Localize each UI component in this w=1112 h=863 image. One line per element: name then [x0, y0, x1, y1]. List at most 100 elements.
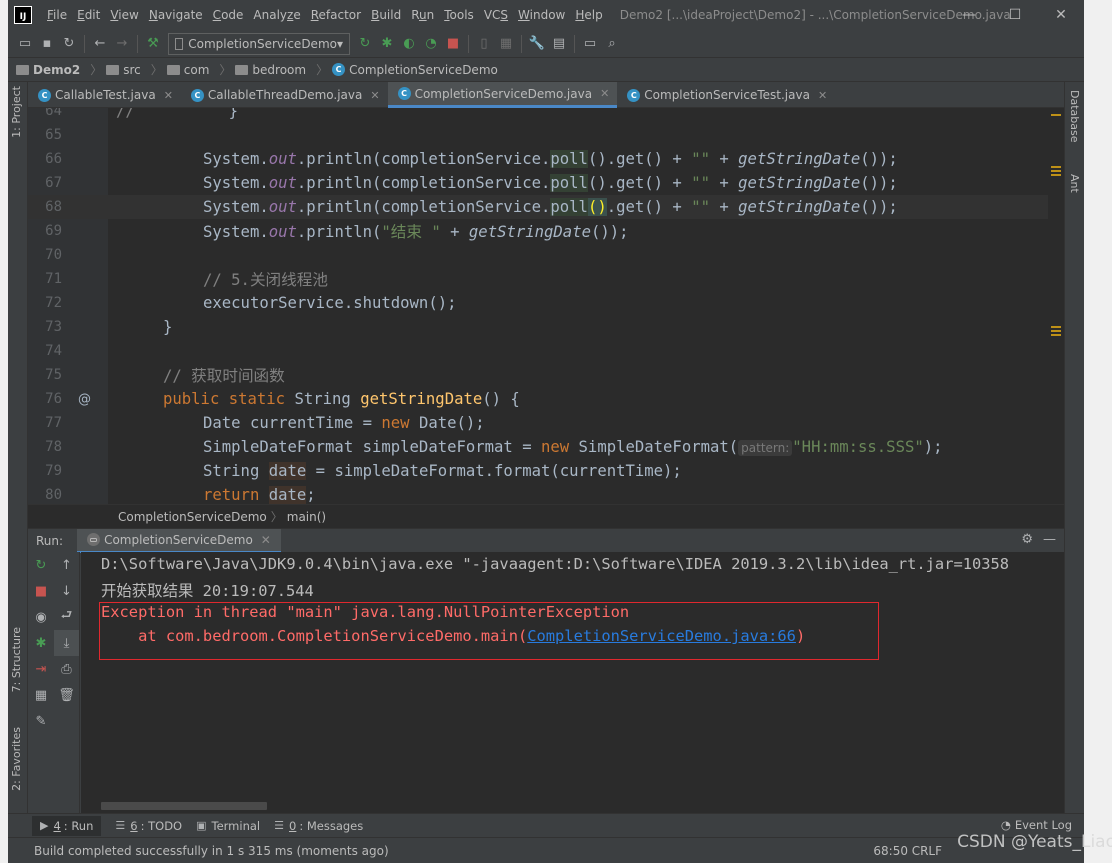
stop-icon[interactable]: ■	[28, 578, 54, 604]
menu-code[interactable]: Code	[208, 8, 249, 22]
menu-build[interactable]: Build	[366, 8, 406, 22]
project-structure-icon[interactable]: ▤	[548, 33, 570, 55]
vcs-icon[interactable]: ▯	[473, 33, 495, 55]
minimize-button[interactable]: —	[946, 0, 992, 30]
warning-marker[interactable]	[1051, 166, 1061, 168]
menu-view[interactable]: View	[105, 8, 143, 22]
warning-marker[interactable]	[1051, 174, 1061, 176]
todo-tool-button[interactable]: ☰ 6: TODO	[115, 819, 182, 833]
editor-error-stripe[interactable]	[1048, 108, 1064, 504]
warning-marker[interactable]	[1051, 326, 1061, 328]
breadcrumb-src[interactable]: src	[106, 63, 141, 77]
trash-icon[interactable]: 🗑	[54, 682, 79, 708]
horizontal-scrollbar[interactable]	[101, 802, 267, 810]
menu-vcs[interactable]: VCS	[479, 8, 513, 22]
close-window-button[interactable]: ✕	[1038, 0, 1084, 30]
code-editor[interactable]: 64 // } 65 66 System.out.println(complet…	[28, 108, 1064, 504]
run-configuration-select[interactable]: CompletionServiceDemo ▾	[168, 32, 350, 55]
tab-callable-test[interactable]: C CallableTest.java ✕	[28, 82, 181, 108]
tab-callable-thread-demo[interactable]: C CallableThreadDemo.java ✕	[181, 82, 388, 108]
menu-run[interactable]: Run	[406, 8, 439, 22]
soft-wrap-icon[interactable]: ⮐	[54, 604, 79, 630]
print-icon[interactable]: ⎙	[54, 656, 79, 682]
menu-edit[interactable]: Edit	[72, 8, 105, 22]
breadcrumb-bedroom[interactable]: bedroom	[235, 63, 306, 77]
line-separator[interactable]: CRLF	[912, 844, 942, 858]
close-icon[interactable]: ✕	[600, 87, 609, 100]
menu-file[interactable]: File	[42, 8, 72, 22]
method-override-marker-icon[interactable]: @	[78, 392, 91, 407]
hide-panel-icon[interactable]: —	[1043, 532, 1056, 547]
settings-wrench-icon[interactable]: 🔧	[526, 33, 548, 55]
stop-icon[interactable]: ■	[442, 33, 464, 55]
menu-refactor[interactable]: Refactor	[306, 8, 366, 22]
menu-window[interactable]: Window	[513, 8, 570, 22]
close-icon[interactable]: ✕	[818, 89, 827, 102]
window-controls: — ☐ ✕	[946, 0, 1084, 30]
code-line: 80 return date;	[28, 483, 1064, 504]
breadcrumb-com[interactable]: com	[166, 63, 209, 77]
scroll-to-end-icon[interactable]: ⤓	[54, 630, 79, 656]
exit-icon[interactable]: ⇥	[28, 656, 54, 682]
breadcrumb-class[interactable]: CompletionServiceDemo	[118, 510, 267, 524]
close-icon[interactable]: ✕	[261, 533, 271, 547]
run-tab[interactable]: ▭ CompletionServiceDemo ✕	[77, 528, 281, 553]
breadcrumb-method[interactable]: main()	[287, 510, 326, 524]
synchronize-icon[interactable]: ↻	[58, 33, 80, 55]
layout-icon[interactable]: ▦	[28, 682, 54, 708]
save-all-icon[interactable]: ▪	[36, 33, 58, 55]
debug-bug-icon[interactable]: ✱	[376, 33, 398, 55]
breadcrumb-project[interactable]: Demo2	[16, 63, 80, 77]
menu-tools[interactable]: Tools	[439, 8, 479, 22]
menu-help[interactable]: Help	[570, 8, 607, 22]
favorites-tool-button[interactable]: 2: Favorites	[10, 727, 23, 791]
caret-position[interactable]: 68:50	[873, 844, 908, 858]
camera-icon[interactable]: ◉	[28, 604, 54, 630]
menu-navigate[interactable]: Navigate	[144, 8, 208, 22]
arrow-up-icon[interactable]: ↑	[54, 552, 79, 578]
warning-marker[interactable]	[1051, 114, 1061, 116]
gear-icon[interactable]: ⚙	[1021, 532, 1033, 547]
tab-completion-service-demo[interactable]: C CompletionServiceDemo.java ✕	[387, 82, 618, 108]
line-number: 73	[45, 319, 62, 335]
terminal-tool-button[interactable]: ▣ Terminal	[196, 819, 260, 833]
search-icon[interactable]: ⌕	[601, 33, 623, 55]
breadcrumb-file[interactable]: C CompletionServiceDemo	[332, 63, 498, 77]
list-icon: ☰	[115, 819, 126, 832]
arrow-down-icon[interactable]: ↓	[54, 578, 79, 604]
run-console[interactable]: D:\Software\Java\JDK9.0.4\bin\java.exe "…	[81, 552, 1064, 813]
tab-completion-service-test[interactable]: C CompletionServiceTest.java ✕	[617, 82, 835, 108]
breadcrumb-separator: 〉	[219, 63, 232, 77]
warning-marker[interactable]	[1051, 170, 1061, 172]
debug-bug-icon[interactable]: ✱	[28, 630, 54, 656]
structure-tool-button[interactable]: 7: Structure	[10, 627, 23, 692]
close-icon[interactable]: ✕	[370, 89, 379, 102]
messages-tool-button[interactable]: ☰ 0: Messages	[274, 819, 363, 833]
build-hammer-icon[interactable]: ⚒	[142, 33, 164, 55]
code-line: 77 Date currentTime = new Date();	[28, 411, 1064, 435]
pin-icon[interactable]: ✎	[28, 708, 54, 734]
warning-marker[interactable]	[1051, 330, 1061, 332]
ant-tool-button[interactable]: Ant	[1068, 174, 1081, 193]
forward-arrow-icon[interactable]: →	[111, 33, 133, 55]
warning-marker[interactable]	[1051, 334, 1061, 336]
run-tool-button[interactable]: ▶ 4: Run	[32, 815, 102, 836]
database-tool-button[interactable]: Database	[1068, 90, 1081, 143]
presentation-icon[interactable]: ▭	[579, 33, 601, 55]
menu-analyze[interactable]: Analyze	[248, 8, 305, 22]
project-structure-disabled-icon[interactable]: ▦	[495, 33, 517, 55]
intellij-logo-icon[interactable]: IJ	[14, 6, 32, 24]
run-with-coverage-icon[interactable]: ◐	[398, 33, 420, 55]
profile-icon[interactable]: ◔	[420, 33, 442, 55]
open-folder-icon[interactable]: ▭	[14, 33, 36, 55]
rerun-icon[interactable]: ↻	[28, 552, 54, 578]
project-tool-button[interactable]: 1: Project	[10, 86, 23, 138]
maximize-button[interactable]: ☐	[992, 0, 1038, 30]
rerun-icon[interactable]: ↻	[354, 33, 376, 55]
close-icon[interactable]: ✕	[164, 89, 173, 102]
back-arrow-icon[interactable]: ←	[89, 33, 111, 55]
source-link[interactable]: CompletionServiceDemo.java:66	[527, 627, 796, 645]
folder-icon	[16, 64, 29, 75]
event-log-button[interactable]: ◔ Event Log	[1001, 818, 1072, 832]
status-message[interactable]: Build completed successfully in 1 s 315 …	[34, 844, 389, 858]
